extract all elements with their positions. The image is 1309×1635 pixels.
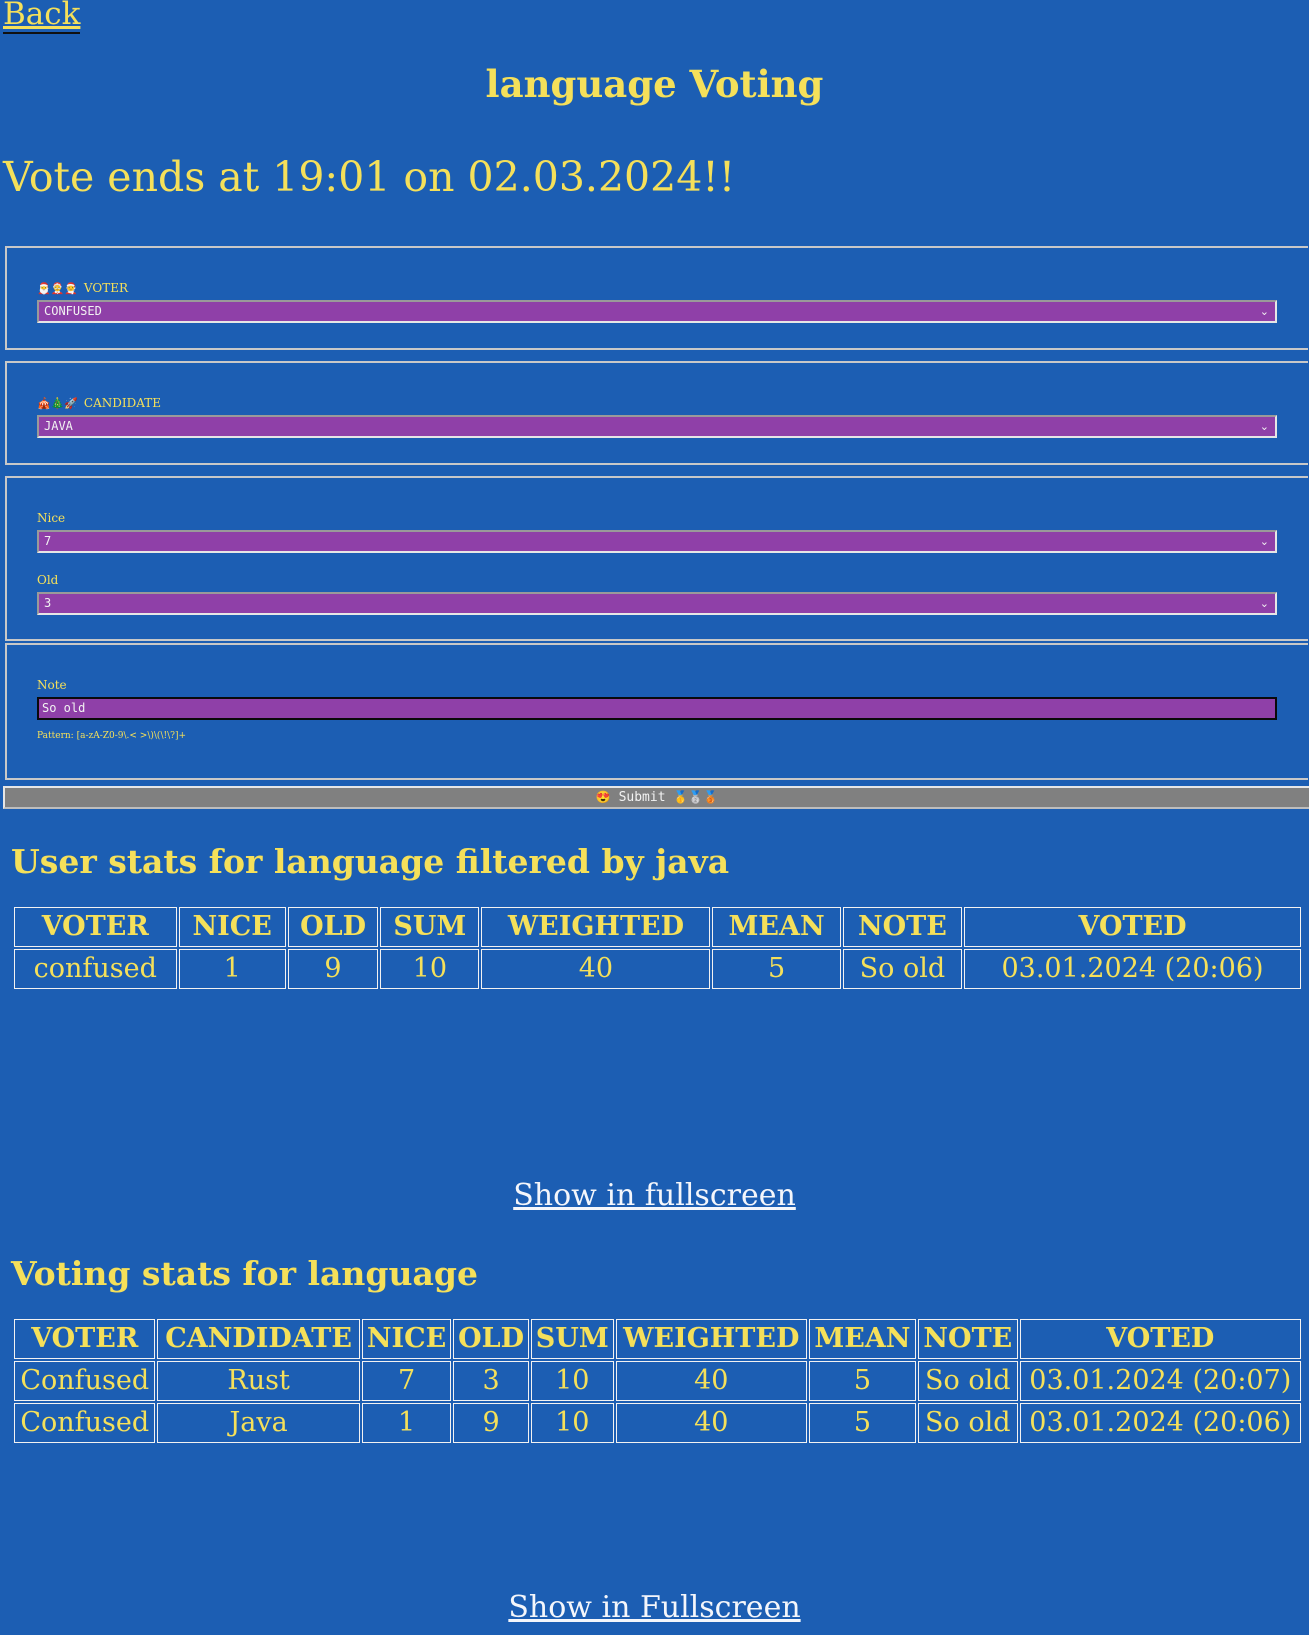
cell-voted: 03.01.2024 (20:06) (964, 949, 1301, 989)
user-stats-heading: User stats for language filtered by java (11, 842, 730, 881)
cell-weighted: 40 (615, 1361, 807, 1401)
table-row: Confused Java 1 9 10 40 5 So old 03.01.2024 (20:… (14, 1403, 1301, 1443)
column-header-note: NOTE (918, 1319, 1018, 1359)
show-fullscreen-link[interactable]: Show in Fullscreen (508, 1590, 800, 1625)
column-header-voted: VOTED (1019, 1319, 1301, 1359)
cell-sum: 10 (380, 949, 480, 989)
voter-select-value: CONFUSED (44, 304, 102, 318)
old-label: Old (37, 573, 59, 587)
user-stats-fullscreen: Show in fullscreen (0, 1178, 1309, 1214)
back-link[interactable]: Back (3, 0, 81, 34)
cell-mean: 5 (808, 1403, 917, 1443)
voter-fieldset: 🎅🤶🧑‍🎄 VOTER CONFUSED ⌄ (5, 246, 1308, 350)
column-header-nice: NICE (361, 1319, 452, 1359)
voting-stats-fullscreen: Show in Fullscreen (0, 1590, 1309, 1626)
chevron-down-icon: ⌄ (1259, 535, 1269, 548)
medals-icon: 🥇🥈🥉 (673, 790, 719, 804)
note-input-value: So old (42, 701, 86, 715)
user-stats-table: VOTER NICE OLD SUM WEIGHTED MEAN NOTE VOTED con… (12, 905, 1303, 991)
column-header-sum: SUM (530, 1319, 614, 1359)
submit-label: Submit (618, 790, 666, 805)
voting-stats-heading: Voting stats for language (11, 1254, 478, 1293)
nice-label: Nice (37, 511, 66, 525)
old-select[interactable]: 3 ⌄ (37, 592, 1277, 615)
cell-candidate: Java (157, 1403, 360, 1443)
column-header-old: OLD (453, 1319, 529, 1359)
cell-mean: 5 (712, 949, 841, 989)
cell-note: So old (842, 949, 963, 989)
old-select-value: 3 (44, 596, 52, 610)
candidate-label-text: CANDIDATE (83, 396, 162, 410)
cell-old: 3 (453, 1361, 529, 1401)
table-header-row: VOTER CANDIDATE NICE OLD SUM WEIGHTED MEAN NOTE… (14, 1319, 1301, 1359)
note-input[interactable]: So old (37, 697, 1277, 720)
cell-nice: 7 (361, 1361, 452, 1401)
chevron-down-icon: ⌄ (1259, 305, 1269, 318)
column-header-sum: SUM (380, 907, 480, 947)
candidate-fieldset: 🎪🎄🚀 CANDIDATE JAVA ⌄ (5, 361, 1308, 465)
vote-deadline: Vote ends at 19:01 on 02.03.2024!! (3, 153, 736, 201)
note-fieldset: Note So old Pattern: [a-zA-Z0-9\.< >\)\(… (5, 643, 1308, 780)
column-header-voted: VOTED (964, 907, 1301, 947)
cell-voted: 03.01.2024 (20:06) (1019, 1403, 1301, 1443)
cell-note: So old (918, 1361, 1018, 1401)
cell-mean: 5 (808, 1361, 917, 1401)
nice-select[interactable]: 7 ⌄ (37, 530, 1277, 553)
column-header-candidate: CANDIDATE (157, 1319, 360, 1359)
note-pattern-hint: Pattern: [a-zA-Z0-9\.< >\)\(\!\?]+ (37, 731, 186, 741)
voter-select[interactable]: CONFUSED ⌄ (37, 300, 1277, 323)
santa-emoji-icon: 🎅🤶🧑‍🎄 (37, 282, 79, 295)
column-header-old: OLD (287, 907, 379, 947)
cell-nice: 1 (361, 1403, 452, 1443)
cell-sum: 10 (530, 1361, 614, 1401)
voting-stats-table: VOTER CANDIDATE NICE OLD SUM WEIGHTED MEAN NOTE… (12, 1317, 1303, 1445)
column-header-voter: VOTER (14, 907, 177, 947)
chevron-down-icon: ⌄ (1259, 597, 1269, 610)
cell-note: So old (918, 1403, 1018, 1443)
cell-voter: Confused (14, 1361, 156, 1401)
show-fullscreen-link[interactable]: Show in fullscreen (513, 1178, 796, 1213)
ratings-fieldset: Nice 7 ⌄ Old 3 ⌄ (5, 476, 1308, 641)
heart-eyes-icon: 😍 (595, 790, 611, 804)
cell-voted: 03.01.2024 (20:07) (1019, 1361, 1301, 1401)
table-row: confused 1 9 10 40 5 So old 03.01.2024 (20:06) (14, 949, 1301, 989)
cell-voter: confused (14, 949, 177, 989)
column-header-weighted: WEIGHTED (615, 1319, 807, 1359)
candidate-select[interactable]: JAVA ⌄ (37, 415, 1277, 438)
column-header-mean: MEAN (808, 1319, 917, 1359)
cell-voter: Confused (14, 1403, 156, 1443)
submit-button[interactable]: 😍 Submit 🥇🥈🥉 (3, 786, 1309, 809)
column-header-note: NOTE (842, 907, 963, 947)
chevron-down-icon: ⌄ (1259, 420, 1269, 433)
cell-old: 9 (453, 1403, 529, 1443)
candidate-select-value: JAVA (44, 419, 73, 433)
cell-old: 9 (287, 949, 379, 989)
table-row: Confused Rust 7 3 10 40 5 So old 03.01.2024 (20:… (14, 1361, 1301, 1401)
table-header-row: VOTER NICE OLD SUM WEIGHTED MEAN NOTE VOTED (14, 907, 1301, 947)
nice-select-value: 7 (44, 534, 52, 548)
circus-tree-rocket-emoji-icon: 🎪🎄🚀 (37, 397, 79, 410)
cell-sum: 10 (530, 1403, 614, 1443)
cell-nice: 1 (178, 949, 286, 989)
column-header-nice: NICE (178, 907, 286, 947)
cell-weighted: 40 (481, 949, 711, 989)
cell-weighted: 40 (615, 1403, 807, 1443)
voter-label: 🎅🤶🧑‍🎄 VOTER (37, 281, 128, 296)
cell-candidate: Rust (157, 1361, 360, 1401)
column-header-voter: VOTER (14, 1319, 156, 1359)
page-title: language Voting (485, 62, 824, 106)
voter-label-text: VOTER (83, 281, 129, 295)
column-header-mean: MEAN (712, 907, 841, 947)
column-header-weighted: WEIGHTED (481, 907, 711, 947)
note-label: Note (37, 678, 67, 692)
candidate-label: 🎪🎄🚀 CANDIDATE (37, 396, 161, 411)
